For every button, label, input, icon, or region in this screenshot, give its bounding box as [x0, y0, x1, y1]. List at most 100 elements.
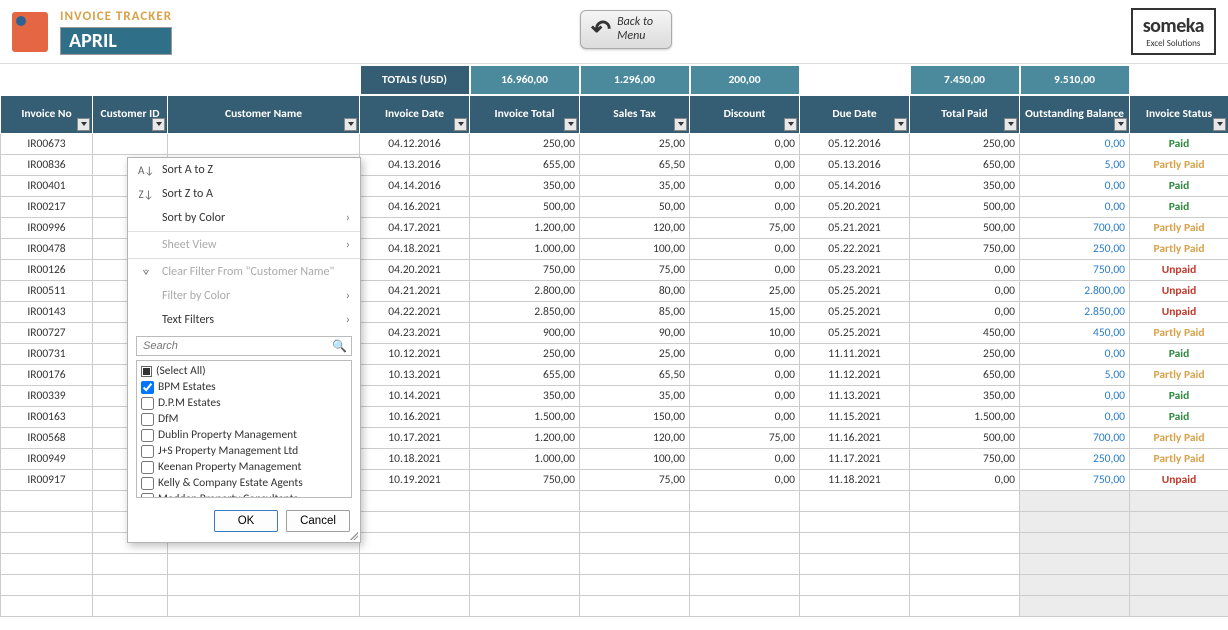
cell-sales-tax[interactable]: 25,00 — [580, 343, 690, 364]
cell-invoice-date[interactable]: 04.21.2021 — [360, 280, 470, 301]
cell-status[interactable]: Partly Paid — [1130, 427, 1228, 448]
cell-invoice-date[interactable]: 10.12.2021 — [360, 343, 470, 364]
cell-discount[interactable]: 75,00 — [690, 427, 800, 448]
checkbox[interactable] — [141, 413, 154, 426]
cell-discount[interactable]: 0,00 — [690, 133, 800, 154]
cancel-button[interactable]: Cancel — [286, 510, 350, 532]
cell-status[interactable]: Partly Paid — [1130, 217, 1228, 238]
cell-due-date[interactable]: 11.13.2021 — [800, 385, 910, 406]
col-invoice-total[interactable]: Invoice Total — [470, 95, 580, 133]
cell-invoice-no[interactable]: IR00217 — [1, 196, 93, 217]
cell-sales-tax[interactable]: 85,00 — [580, 301, 690, 322]
cell-total-paid[interactable]: 500,00 — [910, 196, 1020, 217]
cell-invoice-no[interactable]: IR00163 — [1, 406, 93, 427]
cell-invoice-date[interactable]: 04.22.2021 — [360, 301, 470, 322]
cell-discount[interactable]: 0,00 — [690, 469, 800, 490]
filter-options-list[interactable]: (Select All) BPM Estates D.P.M Estates D… — [136, 360, 352, 498]
cell-invoice-total[interactable]: 250,00 — [470, 133, 580, 154]
cell-invoice-no[interactable]: IR00143 — [1, 301, 93, 322]
checkbox[interactable] — [141, 445, 154, 458]
cell-outstanding[interactable]: 250,00 — [1020, 238, 1130, 259]
cell-due-date[interactable]: 11.11.2021 — [800, 343, 910, 364]
filter-dropdown-icon[interactable] — [564, 118, 577, 131]
cell-status[interactable]: Paid — [1130, 343, 1228, 364]
sort-desc[interactable]: Z↓Sort Z to A — [128, 182, 360, 206]
checkbox[interactable] — [141, 397, 154, 410]
filter-option[interactable]: J+S Property Management Ltd — [141, 443, 347, 459]
cell-sales-tax[interactable]: 75,00 — [580, 259, 690, 280]
back-to-menu-button[interactable]: ↶ Back to Menu — [580, 10, 672, 49]
cell-due-date[interactable]: 05.25.2021 — [800, 322, 910, 343]
cell-sales-tax[interactable]: 25,00 — [580, 133, 690, 154]
cell-status[interactable]: Unpaid — [1130, 301, 1228, 322]
cell-discount[interactable]: 0,00 — [690, 154, 800, 175]
checkbox[interactable] — [141, 493, 154, 499]
cell-invoice-date[interactable]: 04.16.2021 — [360, 196, 470, 217]
cell-sales-tax[interactable]: 50,00 — [580, 196, 690, 217]
table-row-empty[interactable] — [1, 595, 1228, 616]
cell-invoice-date[interactable]: 04.23.2021 — [360, 322, 470, 343]
cell-total-paid[interactable]: 650,00 — [910, 364, 1020, 385]
cell-total-paid[interactable]: 500,00 — [910, 427, 1020, 448]
filter-option[interactable]: DfM — [141, 411, 347, 427]
cell-status[interactable]: Unpaid — [1130, 469, 1228, 490]
cell-status[interactable]: Partly Paid — [1130, 322, 1228, 343]
cell-due-date[interactable]: 11.12.2021 — [800, 364, 910, 385]
cell-invoice-total[interactable]: 750,00 — [470, 469, 580, 490]
cell-outstanding[interactable]: 700,00 — [1020, 217, 1130, 238]
cell-status[interactable]: Unpaid — [1130, 259, 1228, 280]
cell-discount[interactable]: 0,00 — [690, 238, 800, 259]
cell-status[interactable]: Partly Paid — [1130, 364, 1228, 385]
col-status[interactable]: Invoice Status — [1130, 95, 1228, 133]
cell-invoice-date[interactable]: 04.18.2021 — [360, 238, 470, 259]
checkbox[interactable] — [141, 429, 154, 442]
cell-invoice-date[interactable]: 10.17.2021 — [360, 427, 470, 448]
cell-invoice-no[interactable]: IR00176 — [1, 364, 93, 385]
cell-due-date[interactable]: 05.25.2021 — [800, 301, 910, 322]
cell-invoice-no[interactable]: IR00917 — [1, 469, 93, 490]
cell-total-paid[interactable]: 250,00 — [910, 133, 1020, 154]
cell-sales-tax[interactable]: 35,00 — [580, 385, 690, 406]
resize-grip-icon[interactable] — [350, 532, 358, 540]
filter-dropdown-icon[interactable] — [152, 118, 165, 131]
cell-sales-tax[interactable]: 150,00 — [580, 406, 690, 427]
filter-option[interactable]: D.P.M Estates — [141, 395, 347, 411]
cell-sales-tax[interactable]: 90,00 — [580, 322, 690, 343]
cell-due-date[interactable]: 05.20.2021 — [800, 196, 910, 217]
filter-dropdown-icon[interactable] — [674, 118, 687, 131]
cell-outstanding[interactable]: 700,00 — [1020, 427, 1130, 448]
cell-outstanding[interactable]: 0,00 — [1020, 406, 1130, 427]
cell-sales-tax[interactable]: 75,00 — [580, 469, 690, 490]
cell-invoice-no[interactable]: IR00568 — [1, 427, 93, 448]
cell-outstanding[interactable]: 5,00 — [1020, 154, 1130, 175]
cell-invoice-date[interactable]: 04.17.2021 — [360, 217, 470, 238]
cell-outstanding[interactable]: 0,00 — [1020, 196, 1130, 217]
col-sales-tax[interactable]: Sales Tax — [580, 95, 690, 133]
cell-due-date[interactable]: 05.21.2021 — [800, 217, 910, 238]
cell-outstanding[interactable]: 0,00 — [1020, 385, 1130, 406]
cell-invoice-date[interactable]: 04.14.2016 — [360, 175, 470, 196]
cell-discount[interactable]: 0,00 — [690, 343, 800, 364]
table-row[interactable]: IR0067304.12.2016250,0025,000,0005.12.20… — [1, 133, 1228, 154]
cell-invoice-no[interactable]: IR00511 — [1, 280, 93, 301]
cell-invoice-date[interactable]: 10.18.2021 — [360, 448, 470, 469]
cell-total-paid[interactable]: 0,00 — [910, 259, 1020, 280]
cell-outstanding[interactable]: 2.800,00 — [1020, 280, 1130, 301]
cell-total-paid[interactable]: 500,00 — [910, 217, 1020, 238]
cell-outstanding[interactable]: 250,00 — [1020, 448, 1130, 469]
ok-button[interactable]: OK — [214, 510, 278, 532]
cell-total-paid[interactable]: 1.500,00 — [910, 406, 1020, 427]
cell-sales-tax[interactable]: 120,00 — [580, 217, 690, 238]
cell-due-date[interactable]: 11.18.2021 — [800, 469, 910, 490]
cell-invoice-no[interactable]: IR00339 — [1, 385, 93, 406]
cell-total-paid[interactable]: 750,00 — [910, 238, 1020, 259]
filter-dropdown-icon[interactable] — [454, 118, 467, 131]
cell-invoice-date[interactable]: 04.13.2016 — [360, 154, 470, 175]
filter-dropdown-icon[interactable] — [1114, 118, 1127, 131]
cell-invoice-no[interactable]: IR00401 — [1, 175, 93, 196]
cell-invoice-date[interactable]: 10.19.2021 — [360, 469, 470, 490]
cell-outstanding[interactable]: 0,00 — [1020, 343, 1130, 364]
checkbox[interactable] — [141, 381, 154, 394]
cell-invoice-total[interactable]: 350,00 — [470, 175, 580, 196]
checkbox[interactable] — [141, 477, 154, 490]
